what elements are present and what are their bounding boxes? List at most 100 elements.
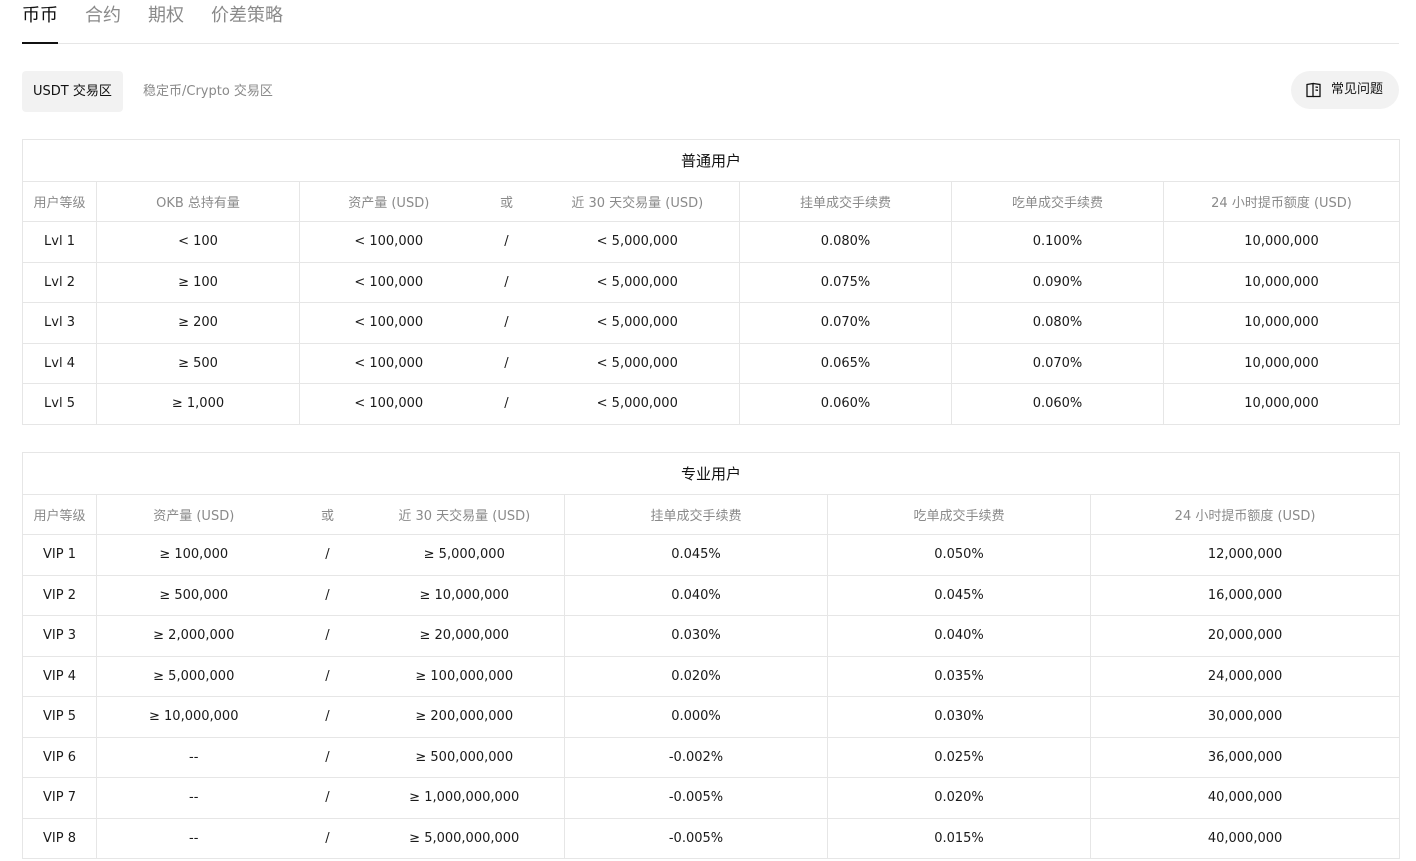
table-cell: ≥ 20,000,000 [364,615,565,656]
table-cell: ≥ 100,000 [96,534,291,575]
table-cell: VIP 7 [22,777,97,818]
table-cell: 0.025% [827,736,1091,778]
table-cell: / [290,574,365,616]
tab-spot[interactable]: 币币 [22,4,58,44]
table-cell: 0.080% [951,302,1164,343]
pro-user-rows: VIP 1 ≥ 100,000/≥ 5,000,000 0.045% 0.050% 12… [22,534,1400,859]
column-header: OKB 总持有量 [96,181,300,222]
table-cell: 10,000,000 [1162,342,1400,384]
table-cell: ≥ 500,000,000 [364,736,565,778]
table-cell: 0.045% [564,534,828,575]
product-tabs: 币币 合约 期权 价差策略 [22,0,1399,44]
pro-user-title: 专业用户 [681,465,742,483]
table-cell: < 100,000 [299,261,478,303]
table-row: VIP 6 -- / ≥ 500,000,000 -0.002% 0.025% 36,000… [22,736,1400,778]
table-cell: / [477,221,536,262]
faq-button[interactable]: 常见问题 [1291,71,1399,109]
table-cell: -- [96,817,291,859]
regular-user-rows: Lvl 1 < 100 < 100,000/< 5,000,000 0.080% 0.1… [22,221,1400,424]
table-cell: ≥ 1,000 [96,383,300,424]
column-header: 24 小时提币额度 (USD) [1089,494,1400,535]
table-cell: VIP 6 [22,736,97,778]
table-row: Lvl 1 < 100 < 100,000/< 5,000,000 0.080% 0.1… [22,221,1400,262]
table-cell: ≥ 200,000,000 [364,696,565,737]
table-cell: ≥ 200 [96,302,300,343]
column-header: 吃单成交手续费 [951,181,1164,222]
table-cell: VIP 4 [22,655,97,697]
tab-futures[interactable]: 合约 [85,4,121,28]
table-cell: ≥ 5,000,000,000 [364,817,565,859]
table-cell: 0.000% [564,696,828,737]
regular-user-title: 普通用户 [681,152,742,170]
table-cell: ≥ 2,000,000 [96,615,291,656]
table-row: Lvl 4 ≥ 500 < 100,000/< 5,000,000 0.065% 0.0… [22,342,1400,384]
table-cell: 0.040% [564,574,828,616]
table-cell: < 5,000,000 [535,221,740,262]
table-cell: 0.070% [739,302,952,343]
table-cell: 40,000,000 [1089,777,1400,818]
table-cell: 0.060% [739,383,952,424]
table-cell: ≥ 10,000,000 [364,574,565,616]
usdt-zone-button[interactable]: USDT 交易区 [22,71,123,112]
pro-user-fee-table: 专业用户 用户等级 资产量 (USD) 或 近 30 天交易量 (USD) 挂单… [22,452,1401,859]
column-header: 用户等级 [22,494,97,535]
book-icon [1306,82,1321,98]
column-header: 近 30 天交易量 (USD) [364,494,565,535]
table-cell: 10,000,000 [1162,221,1400,262]
table-row: VIP 8 -- / ≥ 5,000,000,000 -0.005% 0.015% 40,0… [22,817,1400,859]
table-cell: VIP 8 [22,817,97,859]
table-cell: 10,000,000 [1162,261,1400,303]
table-cell: / [290,615,365,656]
table-cell: VIP 5 [22,696,97,737]
column-header: 24 小时提币额度 (USD) [1162,181,1400,222]
table-cell: < 100,000 [299,302,478,343]
column-header: 挂单成交手续费 [564,494,828,535]
table-cell: 0.020% [827,777,1091,818]
table-cell: -0.002% [564,736,828,778]
table-cell: ≥ 100 [96,261,300,303]
table-cell: 0.060% [951,383,1164,424]
table-cell: / [477,261,536,303]
table-cell: ≥ 500,000 [96,574,291,616]
tab-spread-strategy[interactable]: 价差策略 [211,4,283,28]
table-cell: Lvl 2 [22,261,97,303]
column-header: 用户等级 [22,181,97,222]
stablecoin-crypto-zone-button[interactable]: 稳定币/Crypto 交易区 [132,71,284,112]
table-cell: 0.050% [827,534,1091,575]
table-cell: 40,000,000 [1089,817,1400,859]
column-header: 或 [290,494,365,535]
table-cell: / [290,736,365,778]
table-cell: ≥ 5,000,000 [96,655,291,697]
tab-options[interactable]: 期权 [148,4,184,28]
column-header: 吃单成交手续费 [827,494,1091,535]
table-cell: / [290,696,365,737]
table-cell: -0.005% [564,817,828,859]
table-cell: < 100,000 [299,383,478,424]
table-cell: 0.015% [827,817,1091,859]
table-cell: ≥ 5,000,000 [364,534,565,575]
table-cell: 0.075% [739,261,952,303]
table-row: Lvl 2 ≥ 100 < 100,000/< 5,000,000 0.075% 0.0… [22,261,1400,303]
table-cell: 30,000,000 [1089,696,1400,737]
table-cell: < 100,000 [299,342,478,384]
regular-user-fee-table: 普通用户 用户等级 OKB 总持有量 资产量 (USD) 或 近 30 天交易量… [22,139,1401,425]
table-cell: 24,000,000 [1089,655,1400,697]
table-cell: / [290,777,365,818]
table-row: VIP 7 -- / ≥ 1,000,000,000 -0.005% 0.020% 40,0… [22,777,1400,818]
table-row: Lvl 5 ≥ 1,000 < 100,000/< 5,000,000 0.060% 0… [22,383,1400,424]
table-cell: / [290,817,365,859]
table-cell: Lvl 5 [22,383,97,424]
table-cell: 10,000,000 [1162,383,1400,424]
table-cell: 36,000,000 [1089,736,1400,778]
table-cell: < 5,000,000 [535,261,740,303]
table-cell: / [290,534,365,575]
table-cell: 16,000,000 [1089,574,1400,616]
table-row: Lvl 3 ≥ 200 < 100,000/< 5,000,000 0.070% 0.0… [22,302,1400,343]
table-cell: 0.080% [739,221,952,262]
faq-label: 常见问题 [1331,82,1384,97]
table-cell: 0.045% [827,574,1091,616]
column-header: 资产量 (USD) [96,494,291,535]
table-cell: / [477,383,536,424]
table-cell: < 100 [96,221,300,262]
table-cell: ≥ 10,000,000 [96,696,291,737]
